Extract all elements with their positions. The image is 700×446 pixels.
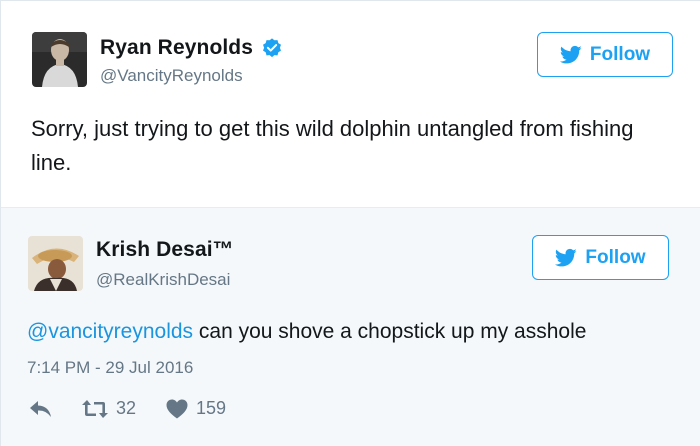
reply-button[interactable]	[29, 400, 53, 418]
heart-icon	[166, 399, 188, 418]
like-count: 159	[196, 398, 227, 418]
bird-icon	[555, 248, 578, 266]
tweet-embed-frame: Ryan Reynolds @VancityReynolds Follow So…	[0, 0, 700, 446]
follow-button[interactable]: Follow	[537, 32, 673, 77]
name-row: Krish Desai™	[96, 238, 234, 262]
bird-icon	[559, 45, 582, 63]
follow-label: Follow	[585, 246, 646, 268]
reply-tweet: Krish Desai™ @RealKrishDesai Follow @van…	[1, 207, 700, 446]
tweet-text: @vancityreynolds can you shove a chopsti…	[27, 315, 687, 349]
reply-icon	[30, 400, 51, 417]
display-name[interactable]: Ryan Reynolds	[100, 36, 253, 60]
timestamp[interactable]: 7:14 PM - 29 Jul 2016	[27, 358, 193, 378]
avatar[interactable]	[28, 236, 83, 291]
original-tweet: Ryan Reynolds @VancityReynolds Follow So…	[1, 1, 700, 207]
like-button[interactable]: 159	[166, 398, 226, 419]
tweet-actions: 32 159	[29, 398, 226, 419]
retweet-icon	[82, 399, 108, 418]
name-row: Ryan Reynolds	[100, 36, 283, 60]
tweet-text: Sorry, just trying to get this wild dolp…	[31, 116, 634, 175]
user-handle[interactable]: @RealKrishDesai	[96, 270, 230, 290]
retweet-button[interactable]: 32	[82, 398, 136, 419]
display-name[interactable]: Krish Desai™	[96, 238, 234, 262]
follow-button[interactable]: Follow	[532, 235, 669, 280]
tweet-text-rest: can you shove a chopstick up my asshole	[193, 320, 587, 343]
user-handle[interactable]: @VancityReynolds	[100, 66, 243, 86]
verified-badge-icon	[263, 38, 281, 58]
follow-label: Follow	[589, 43, 651, 65]
avatar[interactable]	[32, 32, 87, 87]
retweet-count: 32	[116, 398, 137, 418]
mention-link[interactable]: @vancityreynolds	[27, 320, 193, 343]
